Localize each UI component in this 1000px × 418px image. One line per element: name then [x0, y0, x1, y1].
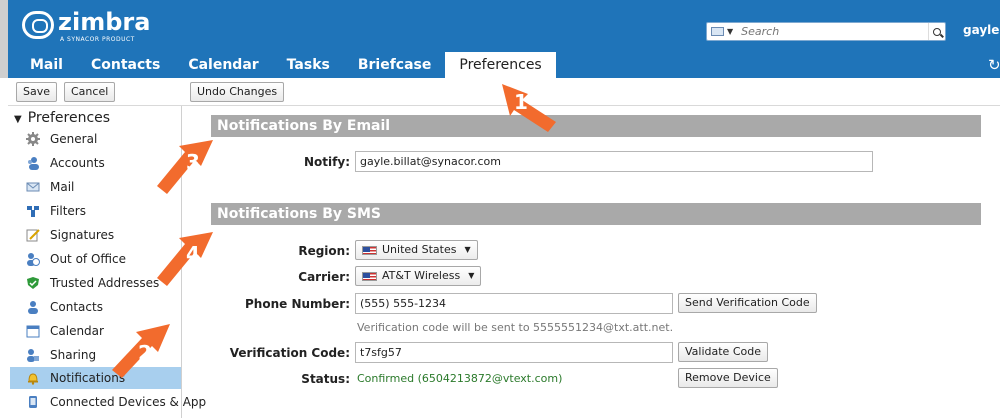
sidebar-item-label: Calendar [50, 324, 104, 338]
undo-changes-button[interactable]: Undo Changes [190, 82, 285, 102]
validate-code-button[interactable]: Validate Code [678, 342, 768, 362]
search-icon [933, 27, 941, 36]
out-of-office-icon [27, 253, 40, 266]
sidebar-item-label: Filters [50, 204, 86, 218]
tab-preferences[interactable]: Preferences [445, 52, 556, 78]
envelope-icon [26, 182, 40, 192]
refresh-icon[interactable]: ↻ [988, 56, 1000, 74]
notify-label: Notify: [304, 155, 350, 169]
chevron-down-icon: ▼ [468, 271, 475, 280]
chevron-down-icon: ▼ [464, 245, 471, 254]
verification-code-field[interactable]: t7sfg57 [355, 342, 673, 363]
tab-briefcase[interactable]: Briefcase [344, 52, 446, 78]
tab-calendar[interactable]: Calendar [174, 52, 272, 78]
zimbra-logo-icon [22, 11, 54, 39]
search-type-dropdown[interactable]: ▼ [707, 23, 737, 40]
calendar-icon [26, 325, 40, 338]
sidebar-item-label: Out of Office [50, 252, 126, 266]
status-value: Confirmed (6504213872@vtext.com) [357, 372, 563, 385]
verification-hint: Verification code will be sent to 555555… [357, 321, 674, 334]
phone-number-label: Phone Number: [245, 297, 350, 311]
sidebar-item-connected-devices[interactable]: Connected Devices & App [10, 391, 206, 413]
region-value: United States [382, 243, 457, 256]
bell-icon [28, 373, 38, 385]
accounts-icon [28, 157, 39, 170]
carrier-label: Carrier: [298, 270, 350, 284]
gear-icon [26, 132, 40, 146]
us-flag-icon [362, 245, 377, 255]
search-button[interactable] [928, 23, 945, 40]
app-tabs: Mail Contacts Calendar Tasks Briefcase P… [16, 52, 556, 78]
sidebar-item-label: Sharing [50, 348, 97, 362]
phone-number-field[interactable]: (555) 555-1234 [355, 293, 673, 314]
sidebar-item-label: Connected Devices & App [50, 395, 207, 409]
zimbra-logo[interactable]: zimbra A SYNACOR PRODUCT [22, 8, 151, 43]
sidebar-item-contacts[interactable]: Contacts [10, 296, 181, 318]
callout-number-3: 3 [186, 150, 200, 174]
region-select[interactable]: United States ▼ [355, 240, 478, 260]
contact-icon [28, 301, 38, 314]
sidebar-item-label: Mail [50, 180, 75, 194]
sidebar-item-label: Signatures [50, 228, 115, 242]
search-input[interactable] [737, 23, 928, 40]
filter-icon [27, 206, 39, 217]
region-label: Region: [298, 244, 350, 258]
callout-number-4: 4 [186, 242, 200, 266]
envelope-icon [711, 27, 724, 36]
callout-arrow-1 [502, 84, 556, 132]
verification-code-label: Verification Code: [229, 346, 350, 360]
callout-number-1: 1 [514, 90, 528, 114]
callout-number-2: 2 [138, 341, 152, 365]
sidebar-item-filters[interactable]: Filters [10, 200, 181, 222]
top-header: zimbra A SYNACOR PRODUCT ▼ gayle ▾ Mail … [0, 0, 1000, 78]
tab-tasks[interactable]: Tasks [273, 52, 344, 78]
caret-down-icon: ▼ [727, 27, 734, 36]
signature-icon [26, 229, 40, 242]
device-icon [29, 396, 37, 408]
sidebar-item-label: General [50, 132, 98, 146]
sidebar-item-label: Trusted Addresses [50, 276, 160, 290]
carrier-value: AT&T Wireless [382, 269, 461, 282]
user-menu[interactable]: gayle ▾ [963, 23, 1000, 37]
tab-mail[interactable]: Mail [16, 52, 77, 78]
cancel-button[interactable]: Cancel [64, 82, 116, 102]
sms-section-header: Notifications By SMS [211, 203, 981, 225]
send-verification-code-button[interactable]: Send Verification Code [678, 293, 817, 313]
sidebar-item-label: Accounts [50, 156, 105, 170]
shield-icon [27, 277, 39, 289]
us-flag-icon [362, 271, 377, 281]
notify-email-field[interactable]: gayle.billat@synacor.com [355, 151, 873, 172]
carrier-select[interactable]: AT&T Wireless ▼ [355, 266, 482, 286]
search-box: ▼ [706, 22, 946, 41]
save-button[interactable]: Save [16, 82, 58, 102]
remove-device-button[interactable]: Remove Device [678, 368, 778, 388]
status-label: Status: [301, 372, 350, 386]
email-section-header: Notifications By Email [211, 115, 981, 137]
tab-contacts[interactable]: Contacts [77, 52, 174, 78]
collapse-triangle-icon: ▼ [14, 114, 22, 125]
logo-tagline: A SYNACOR PRODUCT [60, 36, 135, 43]
sharing-icon [27, 349, 39, 362]
sidebar-item-label: Contacts [50, 300, 103, 314]
logo-wordmark: zimbra [58, 8, 151, 36]
sidebar-heading[interactable]: ▼ Preferences [14, 110, 110, 126]
